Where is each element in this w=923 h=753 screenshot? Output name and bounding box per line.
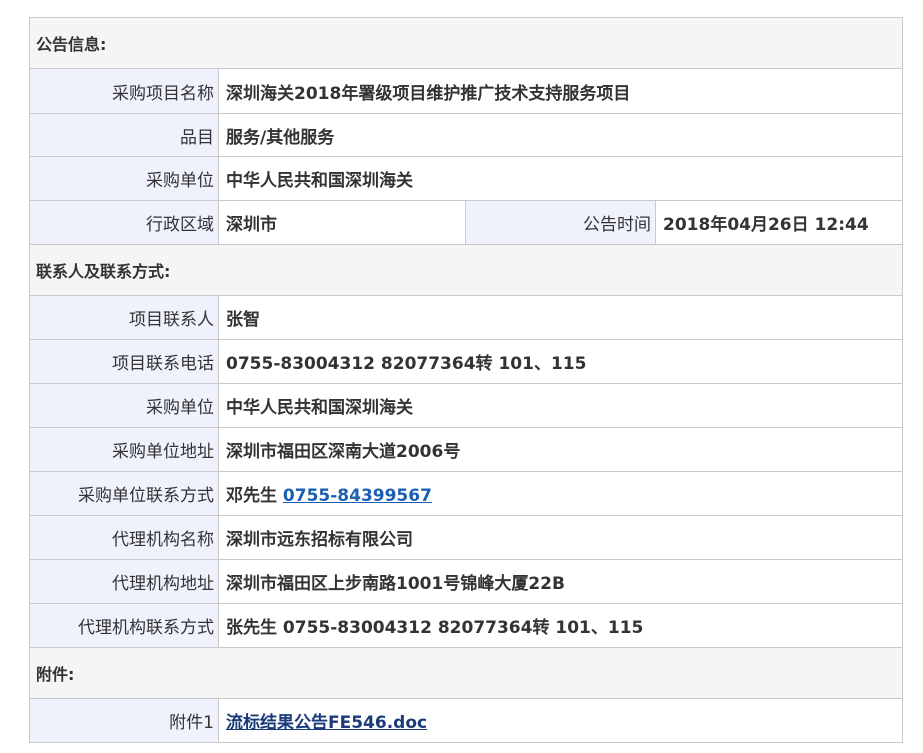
purchaser-value: 中华人民共和国深圳海关	[217, 156, 904, 201]
purchaser-contact-name: 邓先生	[226, 486, 277, 506]
contact-purchaser-label: 采购单位	[29, 383, 219, 428]
purchaser-contact-label: 采购单位联系方式	[29, 471, 219, 516]
purchaser-label: 采购单位	[29, 156, 219, 201]
project-name-label: 采购项目名称	[29, 68, 219, 114]
attachment1-value: 流标结果公告FE546.doc	[217, 698, 904, 743]
project-phone-value: 0755-83004312 82077364转 101、115	[217, 339, 904, 384]
attachment1-label: 附件1	[29, 698, 219, 743]
attachment1-file-link[interactable]: 流标结果公告FE546.doc	[226, 713, 427, 733]
region-label: 行政区域	[29, 200, 219, 245]
agency-contact-value: 张先生 0755-83004312 82077364转 101、115	[217, 603, 904, 648]
project-contact-value: 张智	[217, 295, 904, 340]
purchaser-address-value: 深圳市福田区深南大道2006号	[217, 427, 904, 472]
contact-purchaser-value: 中华人民共和国深圳海关	[217, 383, 904, 428]
agency-address-value: 深圳市福田区上步南路1001号锦峰大厦22B	[217, 559, 904, 604]
section-announcement-info: 公告信息:	[28, 17, 904, 69]
section-attachments: 附件:	[28, 647, 904, 699]
category-label: 品目	[29, 113, 219, 157]
project-phone-label: 项目联系电话	[29, 339, 219, 384]
announcement-table: 公告信息: 采购项目名称 深圳海关2018年署级项目维护推广技术支持服务项目 品…	[28, 17, 904, 743]
purchaser-contact-phone-link[interactable]: 0755-84399567	[283, 486, 432, 506]
agency-contact-label: 代理机构联系方式	[29, 603, 219, 648]
section-contact-info: 联系人及联系方式:	[28, 244, 904, 296]
agency-name-label: 代理机构名称	[29, 515, 219, 560]
purchaser-contact-value: 邓先生 0755-84399567	[217, 471, 904, 516]
agency-address-label: 代理机构地址	[29, 559, 219, 604]
purchaser-address-label: 采购单位地址	[29, 427, 219, 472]
agency-name-value: 深圳市远东招标有限公司	[217, 515, 904, 560]
project-name-value: 深圳海关2018年署级项目维护推广技术支持服务项目	[217, 68, 904, 114]
announcement-time-label: 公告时间	[465, 200, 656, 245]
project-contact-label: 项目联系人	[29, 295, 219, 340]
region-value: 深圳市	[218, 200, 466, 245]
announcement-time-value: 2018年04月26日 12:44	[654, 200, 904, 245]
category-value: 服务/其他服务	[217, 113, 904, 157]
